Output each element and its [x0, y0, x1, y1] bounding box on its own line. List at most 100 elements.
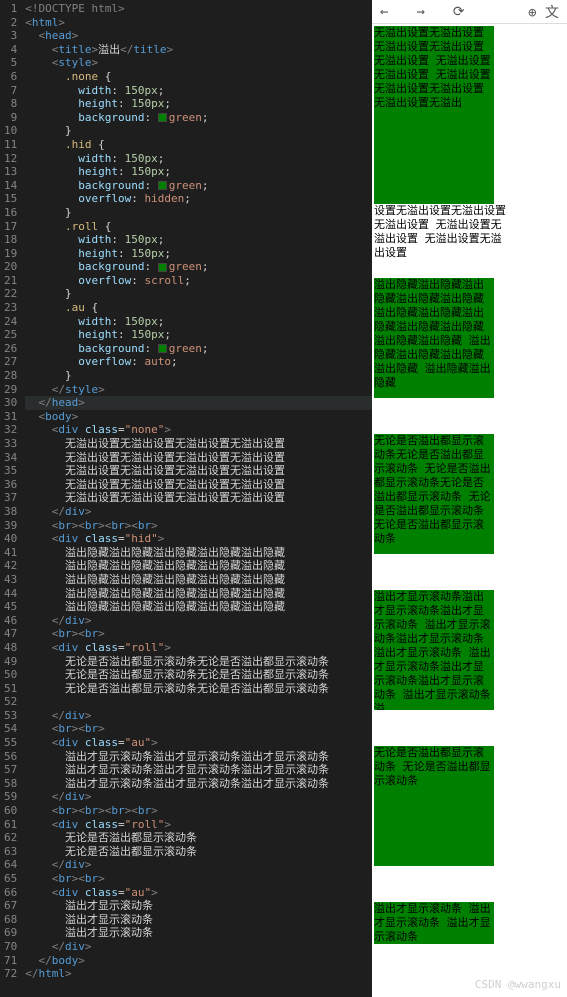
code-line[interactable]: 无论是否溢出都显示滚动条: [25, 845, 372, 859]
line-number: 6: [4, 70, 17, 84]
code-line[interactable]: </div>: [25, 858, 372, 872]
line-number: 13: [4, 165, 17, 179]
code-line[interactable]: 溢出才显示滚动条溢出才显示滚动条溢出才显示滚动条: [25, 750, 372, 764]
back-icon[interactable]: ←: [380, 4, 388, 20]
code-line[interactable]: <br><br>: [25, 872, 372, 886]
code-line[interactable]: <title>溢出</title>: [25, 43, 372, 57]
code-line[interactable]: overflow: scroll;: [25, 274, 372, 288]
code-line[interactable]: </div>: [25, 505, 372, 519]
code-line[interactable]: background: green;: [25, 342, 372, 356]
code-line[interactable]: </div>: [25, 790, 372, 804]
code-line[interactable]: </head>: [25, 396, 372, 410]
code-line[interactable]: }: [25, 124, 372, 138]
code-line[interactable]: height: 150px;: [25, 328, 372, 342]
code-line[interactable]: </body>: [25, 954, 372, 968]
code-line[interactable]: </style>: [25, 383, 372, 397]
code-line[interactable]: }: [25, 287, 372, 301]
line-gutter: 1234567891011121314151617181920212223242…: [0, 0, 25, 997]
code-line[interactable]: <html>: [25, 16, 372, 30]
code-line[interactable]: 无论是否溢出都显示滚动条无论是否溢出都显示滚动条: [25, 682, 372, 696]
code-editor[interactable]: 1234567891011121314151617181920212223242…: [0, 0, 372, 997]
code-line[interactable]: <style>: [25, 56, 372, 70]
line-number: 29: [4, 383, 17, 397]
box-scroll-2[interactable]: 无论是否溢出都显示滚动条 无论是否溢出都显示滚动条: [374, 746, 494, 866]
line-number: 35: [4, 464, 17, 478]
line-number: 15: [4, 192, 17, 206]
code-line[interactable]: <br><br>: [25, 627, 372, 641]
code-line[interactable]: width: 150px;: [25, 84, 372, 98]
box-scroll-1[interactable]: 无论是否溢出都显示滚动条无论是否溢出都显示滚动条 无论是否溢出都显示滚动条无论是…: [374, 434, 494, 554]
line-number: 7: [4, 84, 17, 98]
code-line[interactable]: 无论是否溢出都显示滚动条无论是否溢出都显示滚动条: [25, 655, 372, 669]
code-line[interactable]: }: [25, 206, 372, 220]
code-line[interactable]: 溢出隐藏溢出隐藏溢出隐藏溢出隐藏溢出隐藏: [25, 546, 372, 560]
code-area[interactable]: <!DOCTYPE html><html> <head> <title>溢出</…: [25, 0, 372, 997]
code-line[interactable]: overflow: hidden;: [25, 192, 372, 206]
code-line[interactable]: width: 150px;: [25, 233, 372, 247]
line-number: 72: [4, 967, 17, 981]
code-line[interactable]: 溢出隐藏溢出隐藏溢出隐藏溢出隐藏溢出隐藏: [25, 573, 372, 587]
code-line[interactable]: height: 150px;: [25, 165, 372, 179]
code-line[interactable]: height: 150px;: [25, 247, 372, 261]
code-line[interactable]: <div class="none">: [25, 423, 372, 437]
code-line[interactable]: background: green;: [25, 260, 372, 274]
code-line[interactable]: </html>: [25, 967, 372, 981]
code-line[interactable]: <body>: [25, 410, 372, 424]
line-number: 31: [4, 410, 17, 424]
code-line[interactable]: [25, 695, 372, 709]
line-number: 33: [4, 437, 17, 451]
code-line[interactable]: 溢出才显示滚动条溢出才显示滚动条溢出才显示滚动条: [25, 777, 372, 791]
code-line[interactable]: <div class="roll">: [25, 818, 372, 832]
line-number: 40: [4, 532, 17, 546]
code-line[interactable]: 溢出才显示滚动条: [25, 913, 372, 927]
code-line[interactable]: <head>: [25, 29, 372, 43]
line-number: 56: [4, 750, 17, 764]
forward-icon[interactable]: →: [416, 4, 424, 20]
box-auto-1[interactable]: 溢出才显示滚动条溢出才显示滚动条溢出才显示滚动条 溢出才显示滚动条溢出才显示滚动…: [374, 590, 494, 710]
code-line[interactable]: background: green;: [25, 179, 372, 193]
code-line[interactable]: 溢出隐藏溢出隐藏溢出隐藏溢出隐藏溢出隐藏: [25, 587, 372, 601]
code-line[interactable]: <br><br><br><br>: [25, 519, 372, 533]
reload-icon[interactable]: ⟳: [453, 4, 465, 20]
code-line[interactable]: 无溢出设置无溢出设置无溢出设置无溢出设置: [25, 437, 372, 451]
code-line[interactable]: 无论是否溢出都显示滚动条: [25, 831, 372, 845]
box-auto-2: 溢出才显示滚动条 溢出才显示滚动条 溢出才显示滚动条: [374, 902, 494, 944]
page-content[interactable]: 无溢出设置无溢出设置 无溢出设置无溢出设置无溢出设置 无溢出设置无溢出设置 无溢…: [372, 24, 567, 997]
code-line[interactable]: <!DOCTYPE html>: [25, 2, 372, 16]
code-line[interactable]: .roll {: [25, 220, 372, 234]
code-line[interactable]: .hid {: [25, 138, 372, 152]
code-line[interactable]: 无论是否溢出都显示滚动条无论是否溢出都显示滚动条: [25, 668, 372, 682]
line-number: 24: [4, 315, 17, 329]
code-line[interactable]: .none {: [25, 70, 372, 84]
code-line[interactable]: <div class="au">: [25, 736, 372, 750]
code-line[interactable]: <br><br><br><br>: [25, 804, 372, 818]
line-number: 30: [4, 396, 17, 410]
code-line[interactable]: width: 150px;: [25, 315, 372, 329]
line-number: 65: [4, 872, 17, 886]
code-line[interactable]: <div class="hid">: [25, 532, 372, 546]
code-line[interactable]: <div class="au">: [25, 886, 372, 900]
code-line[interactable]: 溢出才显示滚动条: [25, 926, 372, 940]
code-line[interactable]: 无溢出设置无溢出设置无溢出设置无溢出设置: [25, 464, 372, 478]
line-number: 67: [4, 899, 17, 913]
code-line[interactable]: <br><br>: [25, 722, 372, 736]
code-line[interactable]: <div class="roll">: [25, 641, 372, 655]
code-line[interactable]: background: green;: [25, 111, 372, 125]
code-line[interactable]: </div>: [25, 614, 372, 628]
line-number: 20: [4, 260, 17, 274]
code-line[interactable]: overflow: auto;: [25, 355, 372, 369]
code-line[interactable]: 无溢出设置无溢出设置无溢出设置无溢出设置: [25, 478, 372, 492]
code-line[interactable]: }: [25, 369, 372, 383]
code-line[interactable]: height: 150px;: [25, 97, 372, 111]
code-line[interactable]: .au {: [25, 301, 372, 315]
code-line[interactable]: </div>: [25, 709, 372, 723]
code-line[interactable]: 溢出隐藏溢出隐藏溢出隐藏溢出隐藏溢出隐藏: [25, 559, 372, 573]
code-line[interactable]: 无溢出设置无溢出设置无溢出设置无溢出设置: [25, 491, 372, 505]
code-line[interactable]: 溢出才显示滚动条溢出才显示滚动条溢出才显示滚动条: [25, 763, 372, 777]
code-line[interactable]: 溢出隐藏溢出隐藏溢出隐藏溢出隐藏溢出隐藏: [25, 600, 372, 614]
line-number: 21: [4, 274, 17, 288]
code-line[interactable]: 无溢出设置无溢出设置无溢出设置无溢出设置: [25, 451, 372, 465]
code-line[interactable]: </div>: [25, 940, 372, 954]
code-line[interactable]: 溢出才显示滚动条: [25, 899, 372, 913]
code-line[interactable]: width: 150px;: [25, 152, 372, 166]
